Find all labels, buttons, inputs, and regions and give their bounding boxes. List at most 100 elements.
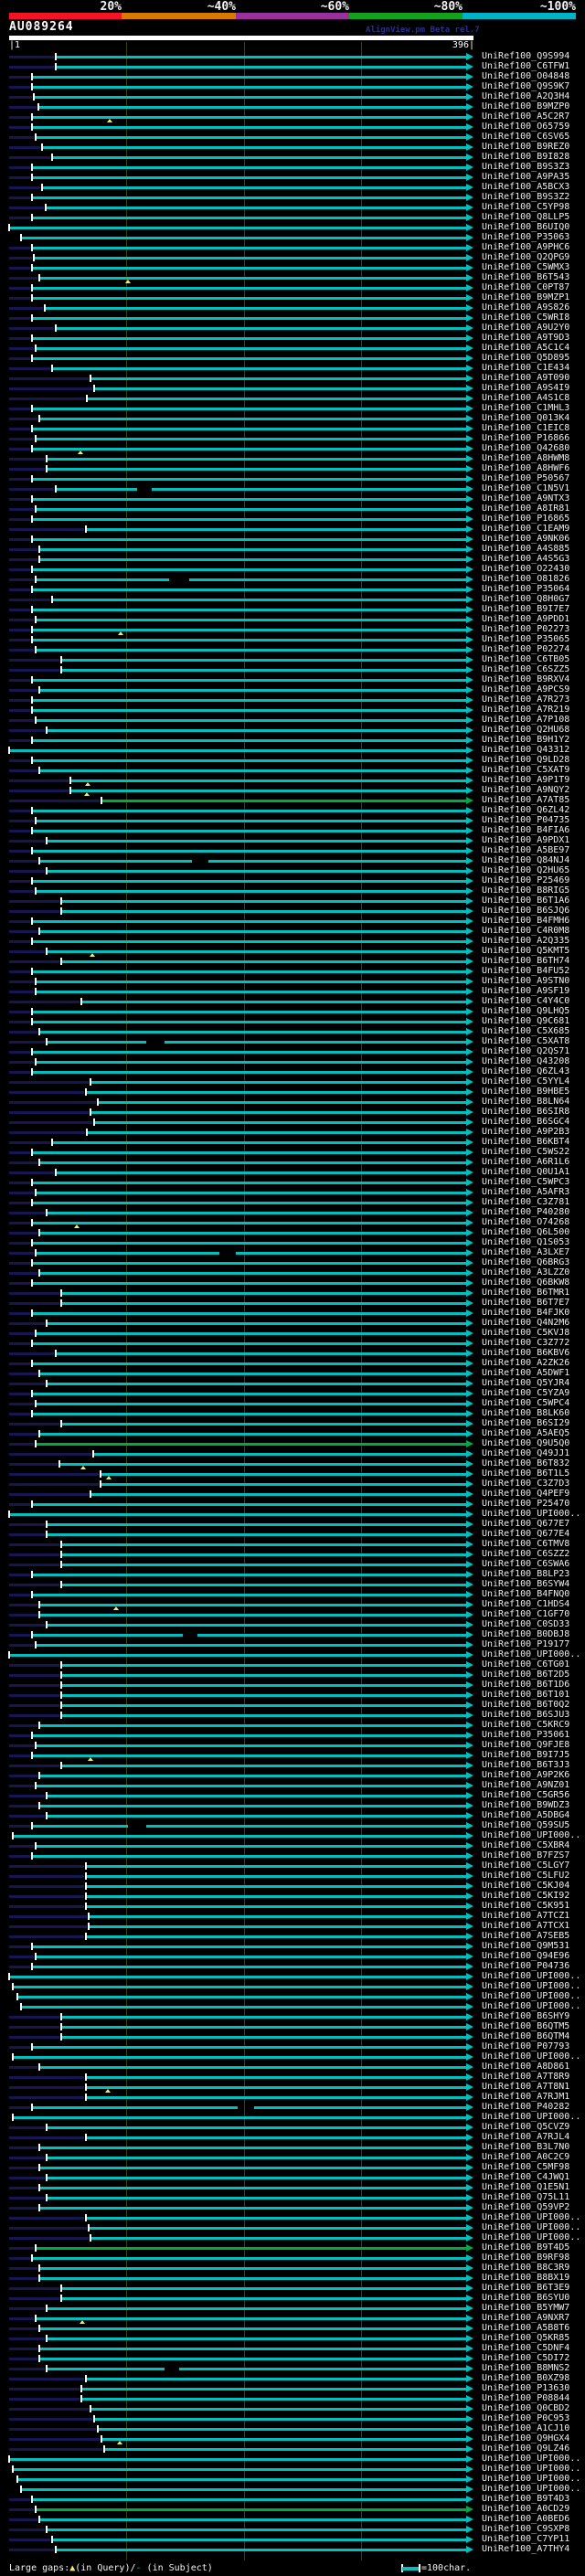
hit-label[interactable]: UniRef100_C5KVJ8 <box>482 1328 569 1338</box>
alignment-bar[interactable] <box>48 1533 466 1536</box>
alignment-bar[interactable] <box>33 196 466 199</box>
hit-label[interactable]: UniRef100_A9NK06 <box>482 534 569 544</box>
alignment-bar[interactable] <box>40 2207 466 2210</box>
alignment-bar[interactable] <box>87 2217 466 2220</box>
alignment-bar[interactable] <box>33 880 466 883</box>
alignment-bar[interactable] <box>37 1744 466 1747</box>
alignment-bar[interactable] <box>40 860 192 863</box>
alignment-bar[interactable] <box>33 357 466 360</box>
alignment-bar[interactable] <box>95 2418 466 2421</box>
alignment-bar[interactable] <box>33 709 466 712</box>
alignment-bar[interactable] <box>62 1543 466 1546</box>
alignment-bar[interactable] <box>33 679 466 682</box>
hit-label[interactable]: UniRef100_B6SGC4 <box>482 1117 569 1127</box>
hit-label[interactable]: UniRef100_Q6BKW8 <box>482 1277 569 1288</box>
hit-label[interactable]: UniRef100_A9NTX3 <box>482 493 569 504</box>
alignment-bar[interactable] <box>91 1493 466 1496</box>
alignment-bar[interactable] <box>33 1222 466 1224</box>
hit-label[interactable]: UniRef100_B9MZP0 <box>482 101 569 111</box>
hit-label[interactable]: UniRef100_Q9LD28 <box>482 755 569 765</box>
hit-label[interactable]: UniRef100_B4FJK0 <box>482 1308 569 1318</box>
hit-label[interactable]: UniRef100_A9S826 <box>482 302 569 313</box>
hit-label[interactable]: UniRef100_A7T8N1 <box>482 2082 569 2092</box>
alignment-bar[interactable] <box>179 2368 466 2370</box>
hit-label[interactable]: UniRef100_B9RXV4 <box>482 674 569 684</box>
alignment-bar[interactable] <box>48 2368 165 2370</box>
hit-label[interactable]: UniRef100_B9I7E7 <box>482 604 569 614</box>
hit-label[interactable]: UniRef100_B6SJQ6 <box>482 906 569 916</box>
hit-label[interactable]: UniRef100_Q9U5Q0 <box>482 1438 569 1448</box>
hit-label[interactable]: UniRef100_Q8LLP5 <box>482 212 569 222</box>
alignment-bar[interactable] <box>33 337 466 340</box>
hit-label[interactable]: UniRef100_C5KRC9 <box>482 1720 569 1730</box>
hit-label[interactable]: UniRef100_B6T1D6 <box>482 1680 569 1690</box>
alignment-bar[interactable] <box>14 1835 466 1838</box>
hit-label[interactable]: UniRef100_A7T8R9 <box>482 2072 569 2082</box>
hit-label[interactable]: UniRef100_C6SV65 <box>482 132 569 142</box>
alignment-bar[interactable] <box>33 1242 466 1245</box>
hit-label[interactable]: UniRef100_Q5YJR4 <box>482 1378 569 1388</box>
hit-label[interactable]: UniRef100_UPI000.. <box>482 2464 580 2474</box>
hit-label[interactable]: UniRef100_Q9HGX4 <box>482 2433 569 2443</box>
alignment-bar[interactable] <box>82 1001 466 1003</box>
alignment-bar[interactable] <box>37 820 466 822</box>
hit-label[interactable]: UniRef100_A0CD29 <box>482 2504 569 2514</box>
hit-label[interactable]: UniRef100_B9REZ0 <box>482 142 569 152</box>
alignment-bar[interactable] <box>91 1081 466 1084</box>
alignment-bar[interactable] <box>37 890 466 893</box>
hit-label[interactable]: UniRef100_B6T0Q2 <box>482 1700 569 1710</box>
hit-label[interactable]: UniRef100_C5DI72 <box>482 2353 569 2363</box>
hit-label[interactable]: UniRef100_A7TCX1 <box>482 1921 569 1931</box>
alignment-bar[interactable] <box>33 2106 238 2109</box>
hit-label[interactable]: UniRef100_A3LXE7 <box>482 1247 569 1257</box>
alignment-bar[interactable] <box>62 1584 466 1586</box>
alignment-bar[interactable] <box>22 2006 466 2009</box>
alignment-bar[interactable] <box>40 2167 466 2169</box>
hit-label[interactable]: UniRef100_P35061 <box>482 1730 569 1740</box>
alignment-bar[interactable] <box>87 1895 466 1898</box>
alignment-bar[interactable] <box>40 2277 466 2280</box>
hit-label[interactable]: UniRef100_B9MZP1 <box>482 292 569 302</box>
hit-label[interactable]: UniRef100_C7YP11 <box>482 2534 569 2544</box>
hit-label[interactable]: UniRef100_UPI000.. <box>482 1971 580 1981</box>
alignment-bar[interactable] <box>57 2549 466 2551</box>
hit-label[interactable]: UniRef100_A8HWM8 <box>482 453 569 463</box>
hit-label[interactable]: UniRef100_C5YYL4 <box>482 1076 569 1087</box>
alignment-bar[interactable] <box>87 1875 466 1878</box>
alignment-bar[interactable] <box>33 588 466 591</box>
alignment-bar[interactable] <box>37 2247 466 2250</box>
alignment-bar[interactable] <box>40 1031 466 1034</box>
hit-label[interactable]: UniRef100_B9RF98 <box>482 2253 569 2263</box>
hit-label[interactable]: UniRef100_A9PDD1 <box>482 614 569 624</box>
hit-label[interactable]: UniRef100_P19177 <box>482 1639 569 1649</box>
alignment-bar[interactable] <box>10 2458 466 2461</box>
hit-label[interactable]: UniRef100_C1GF70 <box>482 1609 569 1619</box>
hit-label[interactable]: UniRef100_A4S1C8 <box>482 393 569 403</box>
hit-label[interactable]: UniRef100_A5C1C4 <box>482 343 569 353</box>
hit-label[interactable]: UniRef100_C5KJ04 <box>482 1881 569 1891</box>
hit-label[interactable]: UniRef100_Q59SU5 <box>482 1820 569 1830</box>
hit-label[interactable]: UniRef100_Q9S9K7 <box>482 81 569 91</box>
hit-label[interactable]: UniRef100_UPI000.. <box>482 2474 580 2484</box>
hit-label[interactable]: UniRef100_Q43312 <box>482 745 569 755</box>
alignment-bar[interactable] <box>37 1332 466 1335</box>
hit-label[interactable]: UniRef100_C4Y4C0 <box>482 996 569 1006</box>
alignment-bar[interactable] <box>33 1182 466 1184</box>
alignment-bar[interactable] <box>33 287 466 290</box>
hit-label[interactable]: UniRef100_B6SI29 <box>482 1418 569 1428</box>
alignment-bar[interactable] <box>53 156 466 159</box>
hit-label[interactable]: UniRef100_C6TMV8 <box>482 1539 569 1549</box>
alignment-bar[interactable] <box>48 729 466 732</box>
hit-label[interactable]: UniRef100_A8D861 <box>482 2062 569 2072</box>
hit-label[interactable]: UniRef100_A5BCX3 <box>482 182 569 192</box>
hit-label[interactable]: UniRef100_C1MHL3 <box>482 403 569 413</box>
hit-label[interactable]: UniRef100_C5XBR4 <box>482 1840 569 1850</box>
alignment-bar[interactable] <box>35 257 466 260</box>
hit-label[interactable]: UniRef100_B6T101 <box>482 1690 569 1700</box>
alignment-bar[interactable] <box>62 1302 466 1305</box>
hit-label[interactable]: UniRef100_C1N5V1 <box>482 483 569 493</box>
alignment-bar[interactable] <box>62 900 466 903</box>
alignment-bar[interactable] <box>10 749 466 752</box>
alignment-bar[interactable] <box>40 2267 466 2270</box>
hit-label[interactable]: UniRef100_UPI000.. <box>482 2001 580 2011</box>
